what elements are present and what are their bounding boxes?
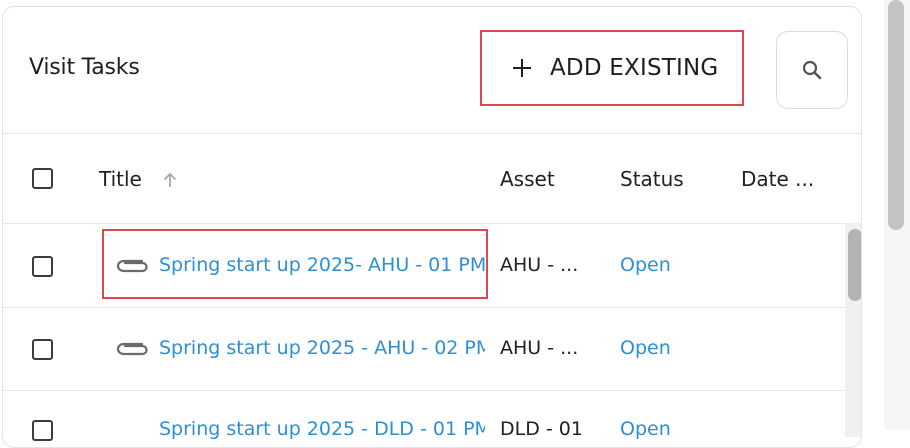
add-existing-label: ADD EXISTING [550, 55, 719, 81]
add-existing-button[interactable]: ADD EXISTING [480, 30, 744, 106]
arrow-up-icon [163, 172, 177, 187]
page-scrollbar-thumb[interactable] [888, 0, 904, 230]
row-checkbox[interactable] [32, 339, 53, 360]
row-divider [3, 307, 861, 308]
row-status[interactable]: Open [620, 418, 671, 440]
table-scrollbar-thumb[interactable] [848, 229, 861, 301]
row-asset: AHU - ... [500, 254, 579, 276]
row-status[interactable]: Open [620, 337, 671, 359]
search-icon [802, 60, 822, 80]
plus-icon [512, 58, 532, 78]
card-title: Visit Tasks [29, 55, 140, 80]
header-divider [3, 133, 861, 134]
column-header-title[interactable]: Title [99, 167, 177, 191]
search-button[interactable] [776, 31, 848, 109]
row-asset: AHU - ... [500, 337, 579, 359]
column-header-status[interactable]: Status [620, 167, 684, 191]
row-title-link[interactable]: Spring start up 2025 - AHU - 02 PM [159, 337, 485, 359]
card-header: Visit Tasks ADD EXISTING [3, 7, 861, 133]
row-checkbox[interactable] [32, 420, 53, 441]
paperclip-icon [116, 342, 148, 356]
row-status[interactable]: Open [620, 254, 671, 276]
visit-tasks-card: Visit Tasks ADD EXISTING Title Asset Sta… [2, 6, 862, 448]
column-title-label: Title [99, 167, 142, 191]
row-divider [3, 390, 861, 391]
row-title-link[interactable]: Spring start up 2025 - DLD - 01 PM [159, 418, 485, 440]
column-header-date[interactable]: Date ... [741, 167, 814, 191]
header-row-divider [3, 223, 861, 224]
select-all-checkbox[interactable] [32, 168, 53, 189]
annotation-highlight [102, 229, 488, 299]
row-asset: DLD - 01 [500, 418, 583, 440]
column-header-asset[interactable]: Asset [500, 167, 555, 191]
row-checkbox[interactable] [32, 256, 53, 277]
